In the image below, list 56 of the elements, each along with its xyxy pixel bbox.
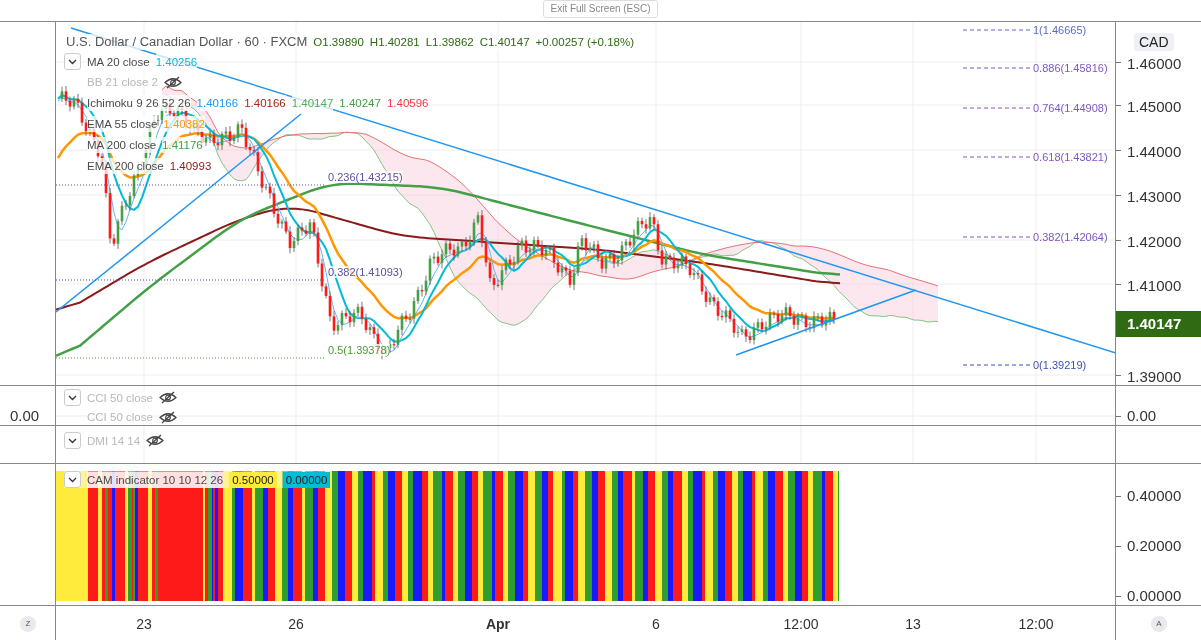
axis-label: 0.40000 — [1127, 488, 1182, 504]
chevron-down-icon — [68, 394, 77, 401]
ohlc-value: C1.40147 — [479, 34, 530, 50]
axis-label: 0.00000 — [1127, 588, 1182, 604]
chevron-down-icon — [68, 476, 77, 483]
eye-off-icon[interactable] — [158, 391, 177, 404]
indicator-value: 1.40147 — [291, 95, 334, 111]
time-axis-label: 23 — [136, 615, 152, 634]
time-axis-label: 26 — [288, 615, 304, 634]
exit-fullscreen-button[interactable]: Exit Full Screen (ESC) — [543, 0, 658, 18]
fib-level-label: 1(1.46665) — [1033, 24, 1087, 36]
fib-level-label: 0.5(1.39378) — [328, 344, 391, 356]
indicator-value: 1.40256 — [155, 53, 198, 70]
indicator-value: 1.41176 — [162, 137, 203, 153]
chevron-down-icon — [68, 58, 77, 65]
indicator-name[interactable]: EMA 55 close — [87, 116, 158, 132]
time-axis-label: Apr — [485, 615, 511, 634]
collapse-button[interactable] — [64, 389, 81, 406]
fib-level-label: 0.236(1.43215) — [328, 171, 403, 183]
collapse-button[interactable] — [64, 432, 81, 449]
time-axis-label: 6 — [652, 615, 660, 634]
zoom-button[interactable]: Z — [20, 616, 36, 632]
auto-scale-button[interactable]: A — [1151, 616, 1167, 632]
axis-label: 0.20000 — [1127, 538, 1182, 554]
indicator-value: 1.40382 — [163, 116, 205, 132]
axis-label: 0.00 — [1127, 408, 1157, 424]
price-axis-label: 1.45000 — [1127, 99, 1182, 115]
collapse-button[interactable] — [64, 471, 81, 488]
axis-label: 0.00 — [10, 408, 40, 424]
fib-level-label: 0.382(1.42064) — [1033, 231, 1108, 243]
symbol-title: U.S. Dollar / Canadian Dollar · 60 · FXCM — [66, 34, 308, 50]
fib-level-label: 0(1.39219) — [1033, 359, 1087, 371]
fib-level-label: 0.886(1.45816) — [1033, 62, 1108, 74]
last-price-label: 1.40147 — [1116, 311, 1201, 337]
price-axis-label: 1.44000 — [1127, 144, 1182, 160]
eye-off-icon[interactable] — [163, 75, 182, 89]
time-axis-label: 12:00 — [783, 615, 819, 634]
time-axis-label: 13 — [905, 615, 921, 634]
collapse-button[interactable] — [64, 53, 81, 70]
price-axis-label: 1.41000 — [1127, 278, 1182, 294]
price-axis-label: 1.39000 — [1127, 369, 1182, 385]
price-axis-label: 1.43000 — [1127, 189, 1182, 205]
indicator-name[interactable]: MA 200 close — [87, 137, 157, 153]
fib-level-label: 0.764(1.44908) — [1033, 102, 1108, 114]
currency-label[interactable]: CAD — [1134, 33, 1174, 51]
indicator-name[interactable]: MA 20 close — [87, 53, 150, 70]
price-axis-label: 1.42000 — [1127, 234, 1182, 250]
indicator-name[interactable]: EMA 200 close — [87, 158, 164, 174]
time-axis-label: 12:00 — [1018, 615, 1054, 634]
indicator-name[interactable]: Ichimoku 9 26 52 26 — [87, 95, 191, 111]
price-axis-label: 1.46000 — [1127, 56, 1182, 72]
chevron-down-icon — [68, 437, 77, 444]
fib-level-label: 0.382(1.41093) — [328, 266, 403, 278]
eye-off-icon[interactable] — [158, 410, 177, 424]
fib-level-label: 0.618(1.43821) — [1033, 151, 1108, 163]
eye-off-icon[interactable] — [146, 434, 165, 447]
